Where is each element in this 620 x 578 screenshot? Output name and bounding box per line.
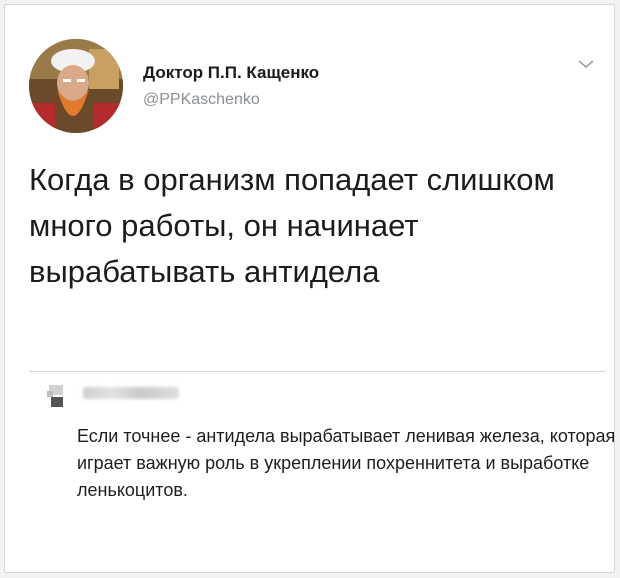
author-name[interactable]: Доктор П.П. Кащенко: [143, 63, 319, 83]
author-handle[interactable]: @PPKaschenko: [143, 91, 260, 109]
tweet-text: Когда в организм попадает слишком много …: [29, 162, 555, 289]
author-avatar[interactable]: [29, 39, 123, 133]
reply-text: Если точнее - антидела вырабатывает лени…: [77, 426, 616, 500]
reply-author-name-redacted: [83, 387, 179, 399]
tweet-card: Доктор П.П. Кащенко @PPKaschenko Когда в…: [4, 4, 615, 573]
avatar-image: [29, 39, 123, 133]
reply-avatar[interactable]: [45, 381, 69, 413]
chevron-down-icon[interactable]: [577, 57, 595, 69]
divider: [29, 371, 605, 372]
